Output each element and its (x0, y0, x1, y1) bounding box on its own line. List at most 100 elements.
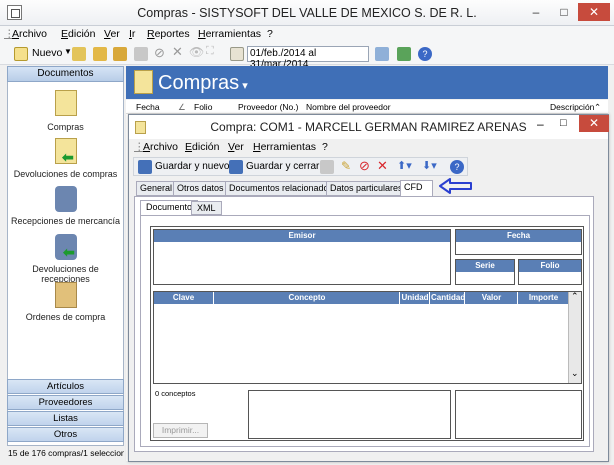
edit-pencil-icon[interactable]: ✎ (341, 159, 351, 173)
col-folio[interactable]: Folio (194, 102, 212, 112)
col-proveedor-no[interactable]: Proveedor (No.) (238, 102, 298, 112)
sidebar-cat-otros[interactable]: Otros (7, 427, 124, 442)
truck-icon[interactable] (55, 186, 77, 212)
print-button[interactable]: Imprimir... (153, 423, 208, 438)
help-icon[interactable]: ? (418, 47, 432, 61)
concepts-scrollbar[interactable]: ⌃ ⌄ (568, 291, 581, 383)
save-new-button[interactable]: Guardar y nuevo (155, 161, 230, 172)
col-cantidad: Cantidad (431, 292, 466, 304)
subtab-documento[interactable]: Documento (140, 200, 199, 215)
fecha-box: Fecha (455, 229, 582, 255)
tab-documentos-relacionados[interactable]: Documentos relacionados (225, 181, 338, 196)
menu-reportes[interactable]: Reportes (147, 28, 190, 40)
window-icon[interactable] (397, 47, 411, 61)
dialog-menu-herramientas[interactable]: Herramientas (253, 141, 316, 153)
sidebar-header[interactable]: Documentos (7, 66, 124, 82)
menu-ver[interactable]: Ver (104, 28, 120, 40)
sidebar-item-compras[interactable]: Compras (7, 122, 124, 132)
find-next-icon[interactable]: ⛶ (206, 45, 214, 58)
menu-herramientas[interactable]: Herramientas (198, 28, 261, 40)
minimize-button[interactable]: – (523, 3, 549, 21)
subtab-xml[interactable]: XML (191, 201, 222, 215)
return-document-icon[interactable]: ⬅ (55, 138, 77, 165)
concepts-count: 0 conceptos (155, 389, 196, 398)
help-icon[interactable]: ? (450, 160, 464, 174)
binoculars-icon[interactable]: 👁 (189, 45, 204, 59)
date-range-field[interactable]: 01/feb./2014 al 31/mar./2014 (247, 46, 369, 70)
arrow-up-icon[interactable]: ⬆▾ (397, 159, 412, 172)
home-icon[interactable] (375, 47, 389, 61)
sort-icon: ∠ (178, 102, 186, 112)
folio-header: Folio (519, 260, 581, 272)
sidebar-item-recepciones[interactable]: Recepciones de mercancía (7, 216, 124, 226)
emisor-box: Emisor (153, 229, 451, 285)
menu-help[interactable]: ? (267, 28, 273, 40)
delete-icon[interactable]: ✕ (172, 44, 183, 60)
arrow-down-icon[interactable]: ⬇▾ (422, 159, 437, 172)
sidebar-item-ordenes[interactable]: Ordenes de compra (7, 312, 124, 322)
dialog-close-button[interactable]: ✕ (579, 115, 609, 132)
dialog-menu-edicion[interactable]: Edición (185, 141, 219, 153)
sidebar-item-devoluciones-compras[interactable]: Devoluciones de compras (7, 169, 124, 179)
print-icon[interactable] (320, 160, 334, 174)
serie-header: Serie (456, 260, 514, 272)
tab-general[interactable]: General (136, 181, 177, 196)
menubar: ⋮ Archivo Edición Ver Ir Reportes Herram… (0, 26, 614, 43)
delete-icon[interactable]: ✕ (377, 158, 388, 174)
fecha-header: Fecha (456, 230, 581, 242)
window-title: Compras - SISTYSOFT DEL VALLE DE MEXICO … (137, 6, 477, 20)
tab-otros-datos[interactable]: Otros datos (173, 181, 228, 196)
emisor-header: Emisor (154, 230, 450, 242)
menu-edicion[interactable]: Edición (61, 28, 95, 40)
col-descripcion[interactable]: Descripción (550, 102, 594, 112)
dialog-menu-archivo[interactable]: Archivo (143, 141, 178, 153)
tab-datos-particulares[interactable]: Datos particulares (326, 181, 407, 196)
dialog-menu-help[interactable]: ? (322, 141, 328, 153)
scroll-up-icon[interactable]: ⌃ (571, 291, 579, 302)
truck-return-icon[interactable]: ⬅ (55, 234, 77, 260)
package-document-icon[interactable] (55, 282, 77, 308)
new-document-icon[interactable] (14, 47, 28, 61)
dialog-menubar: ⋮ Archivo Edición Ver Herramientas ? (129, 139, 608, 156)
document-icon[interactable] (55, 90, 77, 116)
dialog-menu-ver[interactable]: Ver (228, 141, 244, 153)
close-button[interactable]: ✕ (578, 3, 610, 21)
new-button[interactable]: Nuevo (32, 47, 62, 59)
col-nombre-proveedor[interactable]: Nombre del proveedor (306, 102, 391, 112)
sidebar-cat-proveedores[interactable]: Proveedores (7, 395, 124, 410)
menu-archivo[interactable]: Archivo (12, 28, 47, 40)
dialog-toolbar: Guardar y nuevo Guardar y cerrar ✎ ⊘ ✕ ⬆… (133, 157, 468, 176)
cancel-icon[interactable]: ⊘ (154, 45, 165, 61)
tab-cfd[interactable]: CFD (400, 180, 433, 196)
chevron-up-icon[interactable]: ⌃ (594, 102, 601, 113)
col-valor: Valor (466, 292, 518, 304)
maximize-button[interactable]: □ (551, 3, 577, 21)
dialog-minimize-button[interactable]: – (537, 117, 544, 131)
dialog-maximize-button[interactable]: □ (560, 117, 567, 129)
compras-document-icon (134, 70, 153, 94)
save-new-icon[interactable] (138, 160, 152, 174)
col-importe: Importe (519, 292, 568, 304)
concepts-grid: Clave Concepto Unidad Cantidad Valor Imp… (153, 291, 582, 384)
col-unidad: Unidad (401, 292, 430, 304)
folder-move-icon[interactable] (113, 47, 127, 61)
calendar-icon[interactable] (230, 47, 244, 61)
save-close-button[interactable]: Guardar y cerrar (246, 161, 319, 172)
save-close-icon[interactable] (229, 160, 243, 174)
annotation-arrow (439, 178, 472, 194)
sidebar-cat-articulos[interactable]: Artículos (7, 379, 124, 394)
menu-ir[interactable]: Ir (129, 28, 135, 40)
print-icon[interactable] (134, 47, 148, 61)
folder-icon[interactable] (93, 47, 107, 61)
new-dropdown-icon[interactable]: ▼ (64, 47, 72, 56)
sidebar-item-devoluciones-recepciones[interactable]: Devoluciones de recepciones (7, 264, 124, 284)
sidebar-cat-listas[interactable]: Listas (7, 411, 124, 426)
cancel-icon[interactable]: ⊘ (359, 158, 370, 174)
open-folder-icon[interactable] (72, 47, 86, 61)
col-clave: Clave (154, 292, 214, 304)
compras-title[interactable]: Compras ▾ (158, 72, 248, 95)
col-fecha[interactable]: Fecha (136, 102, 160, 112)
notes-box (248, 390, 451, 439)
serie-box: Serie (455, 259, 515, 285)
scroll-down-icon[interactable]: ⌄ (571, 368, 579, 379)
